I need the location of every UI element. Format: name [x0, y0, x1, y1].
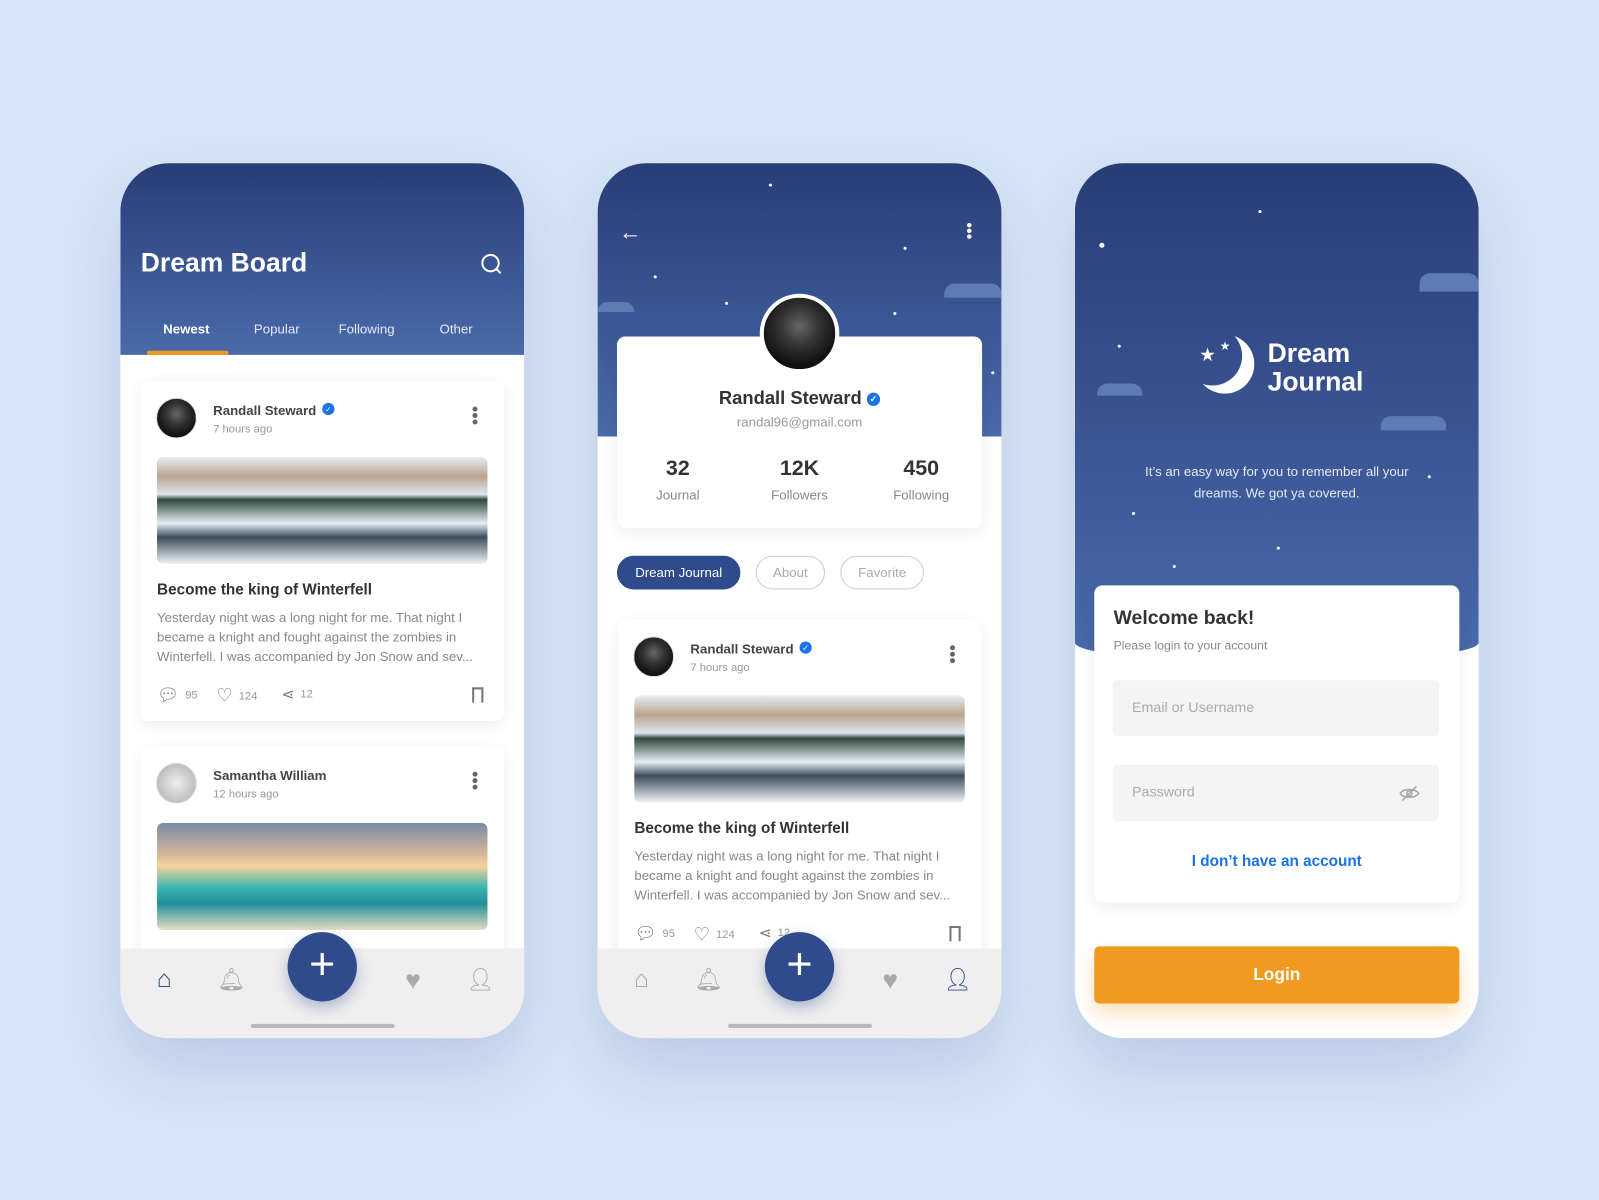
likes[interactable]: ♡ 124 — [216, 685, 257, 706]
app-logo-text: Dream Journal — [1267, 337, 1364, 397]
tab-dream-journal[interactable]: Dream Journal — [616, 555, 741, 590]
comment-icon: 💬︎ — [157, 685, 180, 705]
more-options-icon[interactable]: ••• — [465, 771, 485, 790]
login-screen: ★ ★ Dream Journal It’s an easy way for yo… — [1074, 163, 1479, 1039]
verified-icon: ✓ — [322, 402, 335, 416]
cloud — [1380, 416, 1447, 431]
post-image — [157, 822, 488, 931]
verified-icon: ✓ — [866, 392, 881, 406]
stat-following[interactable]: 450 Following — [860, 457, 982, 503]
email-field[interactable]: Email or Username — [1112, 680, 1439, 737]
login-subtitle: Please login to your account — [1113, 638, 1268, 653]
avatar — [156, 397, 197, 439]
tab-following[interactable]: Following — [339, 321, 395, 336]
bell-icon[interactable]: 🔔︎ — [695, 967, 723, 994]
back-arrow-icon[interactable]: ← — [618, 219, 642, 244]
profile-name: Randall Steward — [718, 387, 862, 408]
author-name[interactable]: Samantha William — [213, 768, 326, 783]
like-count: 124 — [238, 689, 258, 703]
active-tab-indicator — [146, 350, 229, 355]
comment-count: 95 — [185, 689, 198, 702]
login-card: Welcome back! Please login to your accou… — [1094, 585, 1460, 903]
home-indicator — [250, 1023, 395, 1028]
author-name[interactable]: Randall Steward — [690, 641, 793, 656]
cloud — [944, 283, 1002, 298]
login-button[interactable]: Login — [1094, 946, 1460, 1004]
comments[interactable]: 💬︎ 95 — [634, 924, 675, 944]
verified-icon: ✓ — [799, 641, 812, 654]
shares[interactable]: ⋖ 12 — [281, 685, 312, 703]
heart-icon[interactable]: ♥ — [400, 964, 427, 995]
cloud — [1097, 383, 1143, 396]
post-title[interactable]: Become the king of Winterfell — [634, 820, 849, 837]
more-options-icon[interactable]: ••• — [960, 222, 977, 239]
bell-icon[interactable]: 🔔︎ — [217, 967, 245, 994]
post-body: Yesterday night was a long night for me.… — [634, 848, 951, 903]
stat-followers[interactable]: 12K Followers — [739, 457, 861, 503]
tab-about[interactable]: About — [755, 555, 826, 590]
share-icon: ⋖ — [281, 686, 295, 704]
search-icon[interactable] — [477, 250, 506, 279]
profile-email: randal96@gmail.com — [736, 414, 863, 430]
tab-favorite[interactable]: Favorite — [840, 555, 924, 590]
post-image — [157, 456, 488, 564]
author-name[interactable]: Randall Steward — [213, 403, 316, 418]
post-card[interactable]: Randall Steward ✓ 7 hours ago ••• Become… — [617, 620, 982, 967]
bookmark-icon[interactable] — [949, 925, 961, 942]
share-count: 12 — [300, 688, 313, 701]
post-card[interactable]: Randall Steward ✓ 7 hours ago ••• Become… — [140, 381, 504, 721]
profile-icon[interactable]: 👤︎ — [466, 967, 494, 994]
comment-icon: 💬︎ — [634, 923, 657, 944]
avatar — [156, 762, 197, 804]
bookmark-icon[interactable] — [472, 687, 484, 703]
eye-off-icon[interactable] — [1398, 783, 1420, 803]
password-field[interactable]: Password — [1112, 764, 1439, 821]
tab-newest[interactable]: Newest — [163, 321, 209, 336]
heart-icon: ♡ — [216, 685, 233, 706]
dream-board-screen: Dream Board Newest Popular Following Oth… — [120, 163, 525, 1039]
cloud — [1419, 273, 1479, 292]
post-time: 7 hours ago — [213, 423, 273, 436]
post-time: 7 hours ago — [690, 661, 750, 675]
avatar — [633, 636, 675, 678]
home-icon[interactable]: ⌂ — [628, 966, 655, 994]
welcome-heading: Welcome back! — [1113, 607, 1255, 630]
likes[interactable]: ♡ 124 — [693, 924, 734, 945]
page-title: Dream Board — [140, 246, 308, 278]
add-dream-button[interactable]: + — [764, 932, 835, 1002]
profile-stats: 32 Journal 12K Followers 450 Following — [617, 457, 982, 503]
heart-icon[interactable]: ♥ — [877, 964, 904, 995]
cloud — [597, 301, 635, 313]
stat-journal[interactable]: 32 Journal — [617, 457, 739, 503]
home-icon[interactable]: ⌂ — [151, 966, 178, 994]
tab-popular[interactable]: Popular — [254, 321, 300, 336]
profile-icon[interactable]: 👤︎ — [943, 967, 971, 994]
no-account-link[interactable]: I don’t have an account — [1094, 853, 1459, 870]
profile-screen: ← ••• Randall Steward ✓ randal96@gmail.c… — [597, 163, 1002, 1039]
moon-logo-icon: ★ ★ — [1195, 334, 1254, 393]
tab-other[interactable]: Other — [440, 321, 473, 336]
post-title[interactable]: Become the king of Winterfell — [157, 581, 372, 598]
profile-avatar — [759, 293, 840, 374]
comments[interactable]: 💬︎ 95 — [157, 685, 198, 705]
post-body: Yesterday night was a long night for me.… — [157, 609, 473, 664]
home-indicator — [728, 1023, 872, 1028]
post-image — [634, 695, 965, 803]
heart-icon: ♡ — [693, 923, 710, 945]
post-time: 12 hours ago — [213, 788, 279, 801]
add-dream-button[interactable]: + — [287, 932, 357, 1002]
tagline: It’s an easy way for you to remember all… — [1145, 464, 1409, 501]
more-options-icon[interactable]: ••• — [942, 645, 962, 664]
share-icon: ⋖ — [758, 924, 772, 943]
more-options-icon[interactable]: ••• — [465, 406, 485, 425]
